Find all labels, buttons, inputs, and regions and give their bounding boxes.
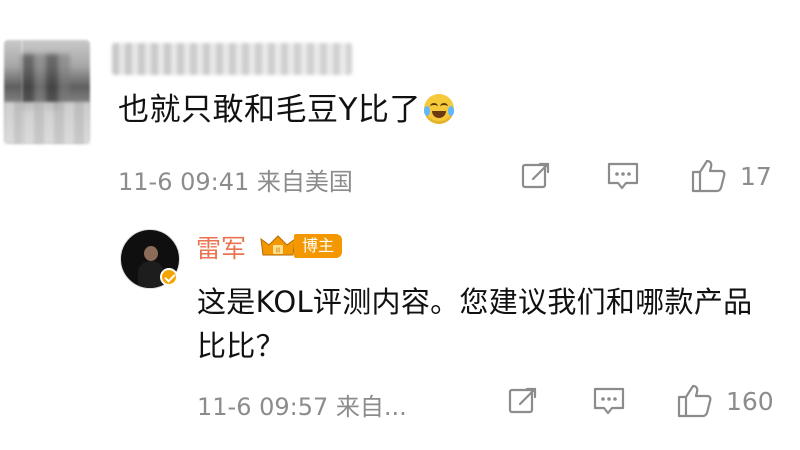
comment-icon[interactable] xyxy=(606,160,640,192)
like-count: 17 xyxy=(740,162,772,191)
share-icon[interactable] xyxy=(520,160,552,192)
blogger-badge: II 博主 xyxy=(260,233,343,259)
comment-text-content: 也就只敢和毛豆Y比了 xyxy=(118,92,421,128)
laughing-with-tears-emoji-icon xyxy=(423,94,454,124)
reply-share-icon[interactable] xyxy=(507,385,539,417)
reply-like-thumb-icon[interactable] xyxy=(676,383,714,419)
comment-meta: 11-6 09:41 来自美国 xyxy=(118,168,353,196)
crown-icon: II xyxy=(260,235,296,256)
svg-text:II: II xyxy=(276,247,280,255)
reply-like-count: 160 xyxy=(726,387,774,416)
reply-author-name[interactable]: 雷军 xyxy=(196,229,246,265)
verified-badge-icon xyxy=(160,268,178,286)
comment-text: 也就只敢和毛豆Y比了 xyxy=(118,92,454,128)
reply-text: 这是KOL评测内容。您建议我们和哪款产品比比？ xyxy=(197,285,753,363)
commenter-name-blurred[interactable] xyxy=(112,43,352,75)
commenter-avatar-blurred[interactable] xyxy=(4,40,90,144)
like-thumb-icon[interactable] xyxy=(690,158,728,194)
badge-label: 博主 xyxy=(294,234,343,258)
reply-comment-icon[interactable] xyxy=(592,385,626,417)
reply-meta: 11-6 09:57 来自... xyxy=(197,393,407,421)
